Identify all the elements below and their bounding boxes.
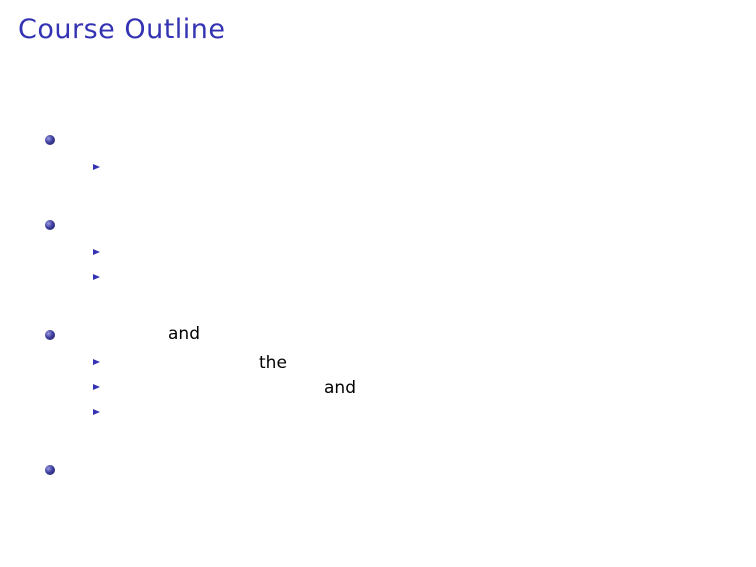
bullet-l2-1: [93, 164, 100, 170]
bullet-l1-3: [45, 330, 55, 340]
bullet-l2-3: [93, 274, 100, 280]
bullet-l2-6: [93, 409, 100, 415]
bullet-l2-2: [93, 249, 100, 255]
outline-word-1: and: [168, 324, 200, 344]
page-title: Course Outline: [18, 14, 226, 45]
bullet-l1-4: [45, 465, 55, 475]
outline-word-3: and: [324, 378, 356, 398]
bullet-l2-5: [93, 384, 100, 390]
outline-word-2: the: [259, 353, 287, 373]
bullet-l1-1: [45, 135, 55, 145]
bullet-l1-2: [45, 220, 55, 230]
bullet-l2-4: [93, 359, 100, 365]
